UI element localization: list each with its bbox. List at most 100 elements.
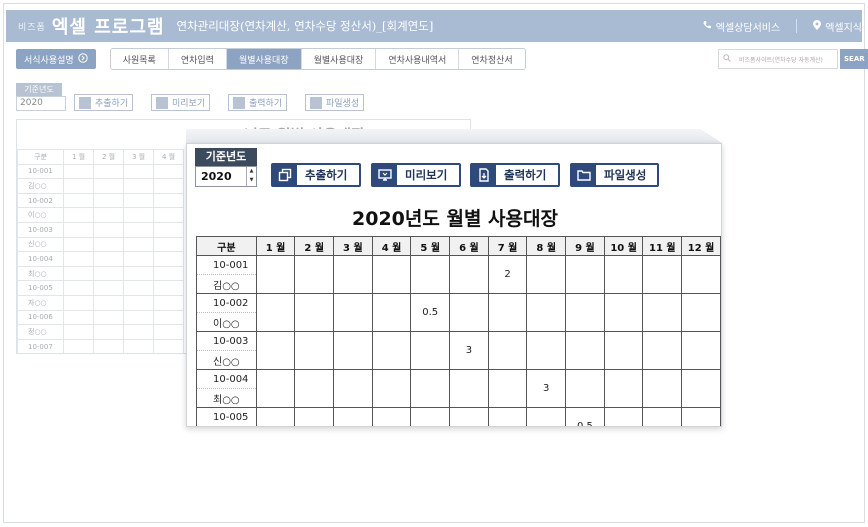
bg-file-button[interactable]: 파일생성: [305, 94, 365, 111]
bg-year-input[interactable]: 2020: [16, 96, 66, 111]
header-divider: [796, 19, 798, 33]
month-cell: [255, 407, 296, 426]
bg-year-label: 기준년도: [16, 83, 62, 96]
tab-monthly-ledger-2[interactable]: 월별사용대장: [301, 49, 377, 69]
year-value: 2020: [201, 170, 232, 183]
bg-extract-label: 추출하기: [95, 99, 129, 109]
month-cell: [642, 255, 683, 294]
app-title: 연차관리대장(연차계산, 연차수당 정산서)_[회계연도]: [176, 19, 434, 33]
month-cell: [642, 293, 683, 332]
month-cell: [487, 407, 528, 426]
bg-file-label: 파일생성: [326, 99, 360, 109]
create-file-button[interactable]: 파일생성: [570, 163, 659, 187]
print-icon: [472, 165, 496, 185]
month-cell: [333, 369, 373, 408]
bg-row-label: 10-001: [17, 163, 64, 180]
month-cell: [449, 407, 489, 426]
year-label: 기준년도: [195, 148, 257, 166]
monitor-icon: [156, 96, 168, 109]
preview-label: 미리보기: [405, 168, 448, 182]
bg-row-label: 자○○: [17, 294, 64, 311]
consult-service-link[interactable]: 엑셀상담서비스: [702, 19, 780, 34]
tab-leave-settlement[interactable]: 연차정산서: [459, 49, 525, 69]
month-cell: [449, 369, 489, 408]
excel-knowledge-link[interactable]: 엑셀지식: [813, 19, 862, 34]
bg-preview-label: 미리보기: [172, 99, 206, 109]
month-value-cell: 2: [487, 255, 528, 294]
header-month: 6 월: [449, 236, 489, 256]
header-month: 12 월: [681, 236, 721, 256]
month-cell: [449, 255, 489, 294]
month-cell: [255, 293, 296, 332]
preview-button[interactable]: 미리보기: [371, 163, 461, 187]
usage-guide-label: 서식사용설명: [24, 55, 74, 66]
bg-print-button[interactable]: 출력하기: [228, 94, 288, 111]
bg-row-label: 10-002: [17, 192, 64, 209]
year-spinner[interactable]: ▲ ▼: [246, 167, 256, 186]
phone-icon: [702, 20, 712, 33]
month-cell: [371, 407, 412, 426]
month-value-cell: 3: [526, 369, 567, 408]
month-cell: [487, 369, 528, 408]
header-month: 9 월: [565, 236, 605, 256]
year-input[interactable]: 2020 ▲ ▼: [195, 166, 257, 187]
employee-name: 최○○: [196, 388, 257, 408]
bg-row-label: 김○○: [17, 178, 64, 194]
header-month: 11 월: [642, 236, 683, 256]
employee-id: 10-003: [196, 331, 257, 351]
bg-header-cell: 구분: [17, 149, 64, 165]
employee-name: [197, 427, 257, 428]
month-cell: [294, 293, 335, 332]
bg-header-cell: 2 월: [93, 149, 124, 165]
extract-label: 추출하기: [305, 168, 348, 182]
tab-leave-usage-report[interactable]: 연차사용내역서: [376, 49, 460, 69]
month-cell: [681, 293, 721, 332]
month-cell: [255, 331, 296, 370]
month-cell: [642, 369, 683, 408]
month-cell: [410, 407, 451, 426]
folder-icon: [310, 96, 322, 109]
print-button[interactable]: 출력하기: [470, 163, 560, 187]
consult-service-label: 엑셀상담서비스: [715, 22, 781, 34]
search-button[interactable]: SEAR: [840, 49, 868, 69]
employee-name: 이○○: [196, 312, 257, 332]
extract-button[interactable]: 추출하기: [271, 163, 361, 187]
tab-monthly-ledger[interactable]: 월별사용대장: [226, 49, 302, 69]
bg-row-label: 10-004: [17, 251, 64, 267]
month-cell: [603, 293, 644, 332]
month-cell: [410, 369, 451, 408]
copy-icon: [273, 165, 297, 185]
bg-row-label: 최○○: [17, 265, 64, 282]
bg-row-label: 10-006: [17, 309, 64, 326]
month-cell: [487, 293, 528, 332]
monitor-icon: [373, 165, 397, 185]
month-cell: [255, 369, 296, 408]
month-cell: [642, 407, 683, 426]
month-cell: [333, 331, 373, 370]
bg-row-label: 이○○: [17, 207, 64, 223]
bg-preview-button[interactable]: 미리보기: [151, 94, 211, 111]
month-cell: [371, 293, 412, 332]
print-label: 출력하기: [504, 168, 547, 182]
bg-table: 구분 1 월 2 월 3 월 4 월 10-001 김○○ 10-002 이○○…: [17, 149, 184, 353]
header-month: 2 월: [294, 236, 335, 256]
header-month: 3 월: [333, 236, 373, 256]
bg-row-label: 신○○: [17, 236, 64, 253]
month-cell: [565, 293, 605, 332]
month-cell: [603, 407, 644, 426]
month-cell: [294, 331, 335, 370]
usage-guide-button[interactable]: 서식사용설명: [16, 49, 96, 69]
header-month: 7 월: [487, 236, 528, 256]
month-cell: [681, 255, 721, 294]
month-cell: [603, 255, 644, 294]
month-cell: [449, 293, 489, 332]
bg-extract-button[interactable]: 추출하기: [74, 94, 134, 111]
bg-print-label: 출력하기: [249, 99, 283, 109]
tab-leave-input[interactable]: 연차입력: [168, 49, 227, 69]
tab-employee-list[interactable]: 사원목록: [110, 49, 169, 69]
year-selector: 기준년도 2020 ▲ ▼: [195, 148, 257, 187]
excel-knowledge-label: 엑셀지식: [825, 22, 862, 34]
month-cell: [642, 331, 683, 370]
month-cell: [371, 331, 412, 370]
search-input[interactable]: 비즈폼사이트(연차수당 자동계산): [718, 49, 838, 69]
